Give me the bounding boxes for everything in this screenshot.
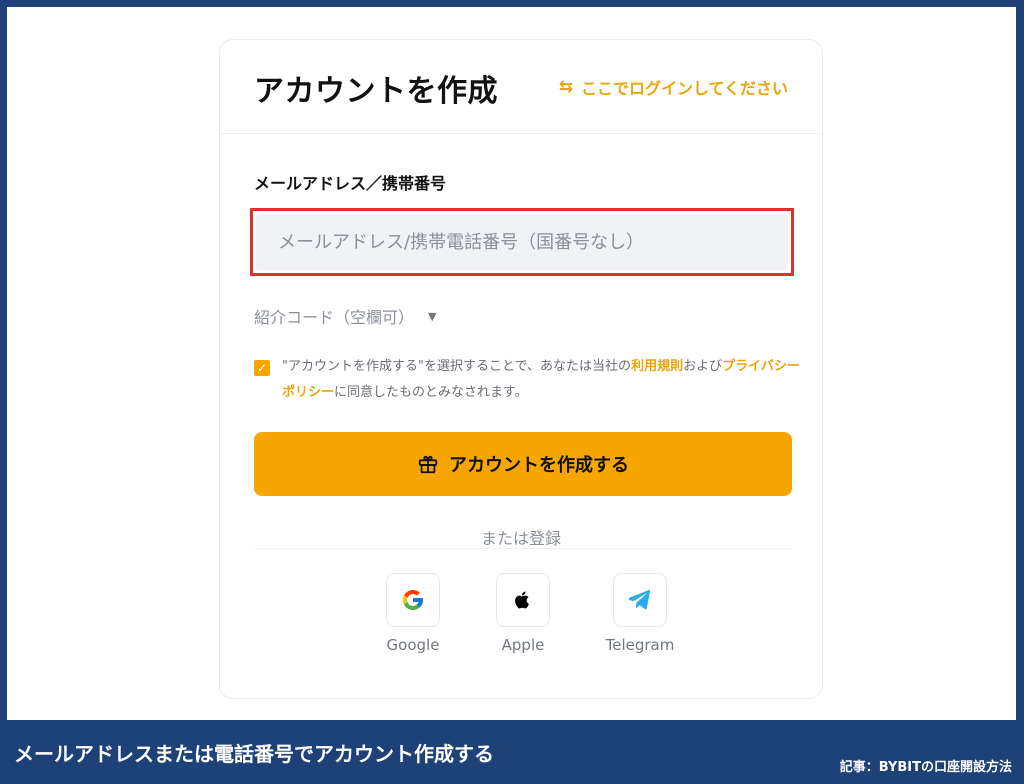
terms-middle: および [683,359,723,374]
referral-code-toggle[interactable]: 紹介コード（空欄可） ▼ [254,304,436,328]
terms-checkbox[interactable]: ✓ [254,360,270,376]
telegram-icon [629,590,651,610]
email-phone-input[interactable] [256,214,788,270]
telegram-signup-button[interactable]: Telegram [600,573,680,654]
swap-arrows-icon: ⇆ [558,77,573,97]
terms-suffix: に同意したものとみなされます。 [334,385,528,400]
footer-caption: メールアドレスまたは電話番号でアカウント作成する [14,742,494,766]
terms-of-use-link[interactable]: 利用規則 [631,359,683,374]
screenshot-frame: アカウントを作成 ⇆ ここでログインしてください メールアドレス／携帯番号 紹介… [7,7,1016,720]
create-account-button-label: アカウントを作成する [449,455,629,476]
caret-down-icon: ▼ [428,309,437,323]
terms-text: "アカウントを作成する"を選択することで、あなたは当社の利用規則およびプライバシ… [282,354,802,406]
google-icon [403,590,423,610]
apple-icon [515,591,529,609]
signup-card: アカウントを作成 ⇆ ここでログインしてください メールアドレス／携帯番号 紹介… [219,39,823,699]
login-link-label: ここでログインしてください [580,79,788,98]
telegram-label: Telegram [605,636,675,654]
email-phone-highlight [250,208,794,276]
apple-label: Apple [501,636,545,654]
footer-source: 記事：BYBITの口座開設方法 [839,760,1012,775]
telegram-icon-box [613,573,667,627]
email-phone-label: メールアドレス／携帯番号 [254,174,447,193]
login-link[interactable]: ⇆ ここでログインしてください [559,75,788,99]
page-title: アカウントを作成 [254,74,498,109]
google-icon-box [386,573,440,627]
referral-code-label: 紹介コード（空欄可） [254,308,415,327]
or-register-text: または登録 [466,529,575,548]
card-header: アカウントを作成 ⇆ ここでログインしてください [220,40,822,134]
apple-signup-button[interactable]: Apple [483,573,563,654]
gift-icon [418,455,438,474]
terms-prefix: "アカウントを作成する"を選択することで、あなたは当社の [282,359,632,374]
google-signup-button[interactable]: Google [373,573,453,654]
create-account-button[interactable]: アカウントを作成する [254,432,792,496]
or-register-label: または登録 [220,525,822,549]
google-label: Google [386,636,440,654]
apple-icon-box [496,573,550,627]
